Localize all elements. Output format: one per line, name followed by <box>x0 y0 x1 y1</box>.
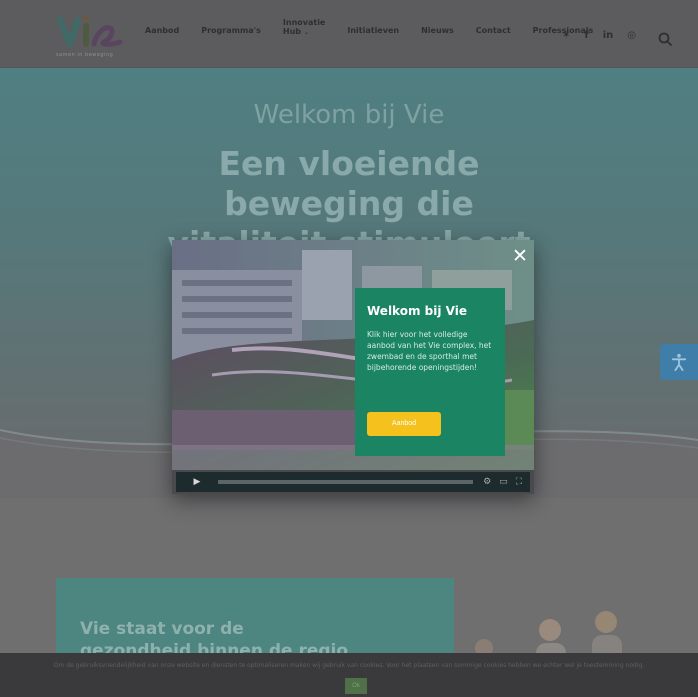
about-title-line: Vie staat voor de <box>80 619 244 639</box>
settings-icon[interactable]: ⚙ <box>483 477 491 487</box>
promo-card: Welkom bij Vie Klik hier voor het volled… <box>355 288 505 456</box>
chevron-down-icon: ⌄ <box>303 29 309 36</box>
nav-contact[interactable]: Contact <box>476 26 511 35</box>
nav-innovatie-label2: Hub ⌄ <box>283 27 325 37</box>
main-nav: Aanbod Programma's Innovatie Hub ⌄ Initi… <box>145 18 615 37</box>
cookie-ok-button[interactable]: Ok <box>345 678 367 694</box>
nav-innovatie-hub[interactable]: Innovatie Hub ⌄ <box>283 18 325 37</box>
instagram-icon[interactable]: ◎ <box>627 31 636 41</box>
aanbod-button[interactable]: Aanbod <box>367 412 441 436</box>
facebook-icon[interactable]: f <box>584 31 588 41</box>
nav-innovatie-label: Innovatie <box>282 18 326 27</box>
fullscreen-icon[interactable]: ⛶ <box>516 477 522 487</box>
nav-programmas[interactable]: Programma's <box>201 26 261 35</box>
accessibility-icon[interactable] <box>660 344 698 380</box>
video-progress-track[interactable] <box>218 480 474 484</box>
play-icon[interactable]: ▶ <box>182 474 212 490</box>
page: samen in beweging Aanbod Programma's Inn… <box>0 0 698 697</box>
hero-title-line: beweging die <box>224 184 474 223</box>
linkedin-icon[interactable]: in <box>603 31 614 41</box>
logo-tagline: samen in beweging <box>56 52 114 58</box>
close-icon[interactable]: ✕ <box>510 246 530 266</box>
search-icon[interactable] <box>658 31 672 46</box>
cookie-bar: Om de gebruiksvriendelijkheid van onze w… <box>0 653 698 697</box>
vie-logo-mark <box>57 15 123 47</box>
nav-aanbod[interactable]: Aanbod <box>145 26 179 35</box>
nav-nieuws[interactable]: Nieuws <box>421 26 454 35</box>
site-header: samen in beweging Aanbod Programma's Inn… <box>0 0 698 68</box>
pip-icon[interactable]: ▭ <box>499 477 508 487</box>
twitter-icon[interactable]: ✶ <box>562 31 570 41</box>
vie-logo[interactable]: samen in beweging <box>56 14 136 64</box>
cookie-text: Om de gebruiksvriendelijkheid van onze w… <box>53 662 645 669</box>
hero-subtitle: Welkom bij Vie <box>253 100 445 130</box>
hero-title-line: Een vloeiende <box>218 144 480 183</box>
nav-hub-label: Hub <box>282 27 302 36</box>
promo-text: Klik hier voor het volledige aanbod van … <box>367 330 492 372</box>
video-controls: ▶ ⚙ ▭ ⛶ <box>176 472 530 492</box>
nav-initiatieven[interactable]: Initiatieven <box>347 26 399 35</box>
welcome-modal: ✕ ▶ ⚙ ▭ ⛶ Welkom bij Vie Klik hier voor … <box>172 240 534 494</box>
social-links: ✶ f in ◎ <box>562 31 650 41</box>
promo-title: Welkom bij Vie <box>367 304 467 318</box>
